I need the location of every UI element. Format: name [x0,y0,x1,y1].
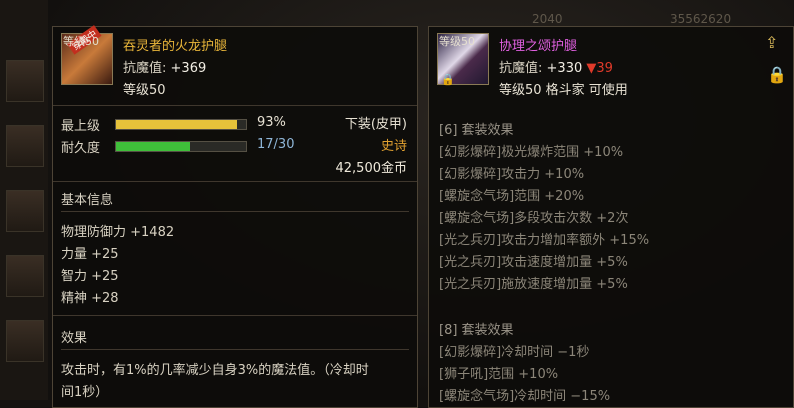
magic-res-value: +330 [546,61,583,76]
magic-res-label: 抗魔值: [499,61,543,76]
requirement: 等级50 格斗家 可使用 [499,83,628,98]
durability-value: 17/30 [257,137,295,152]
upgrade-bar-fill [116,120,237,129]
durability-bar [115,141,247,152]
magic-resistance: 抗魔值: +369 [123,57,206,76]
tooltip-header: 穿戴中 等级50 吞灵者的火龙护腿 抗魔值: +369 等级50 [53,25,417,98]
stat-line: 智力 +25 [61,269,119,284]
upgrade-value: 93% [257,115,286,130]
magic-resistance: 抗魔值: +330 ▼39 [499,57,613,76]
magic-res-diff: ▼39 [586,61,613,76]
set-effect-line: [光之兵刃]攻击速度增加量 +5% [439,255,628,270]
inventory-slot[interactable] [6,255,44,297]
set-effect-title: [6] 套装效果 [439,123,514,138]
price: 42,500金币 [335,161,408,176]
upgrade-label: 最上级 [61,119,101,134]
durability-bar-fill [116,142,190,151]
set-effect-line: [狮子吼]范围 +10% [439,367,559,382]
tooltip-header: 等级50 🔒 协理之颂护腿 抗魔值: +330 ▼39 等级50 格斗家 可使用 [429,27,793,98]
stat-line: 物理防御力 +1482 [61,225,175,240]
bg-value: 35562620 [670,12,732,26]
item-level-tag: 等级50 [439,35,475,48]
durability-label: 耐久度 [61,141,101,156]
set-effect-line: [螺旋念气场]多段攻击次数 +2次 [439,211,629,226]
set-effect-line: [螺旋念气场]冷却时间 −15% [439,389,611,404]
basic-info-title: 基本信息 [61,193,114,208]
required-level: 等级50 [123,83,166,98]
divider [53,315,417,316]
magic-res-value: +369 [170,61,207,76]
effect-text: 间1秒） [61,385,109,400]
divider [61,349,409,350]
item-name: 吞灵者的火龙护腿 [123,39,228,54]
set-effect-line: [螺旋念气场]范围 +20% [439,189,585,204]
inventory-slot[interactable] [6,320,44,362]
effect-text: 攻击时，有1%的几率减少自身3%的魔法值。（冷却时 [61,363,369,378]
item-level-tag: 等级50 [63,35,99,48]
set-effect-line: [幻影爆碎]极光爆炸范围 +10% [439,145,624,160]
set-effect-title: [8] 套装效果 [439,323,514,338]
lock-icon: 🔒 [441,73,455,86]
inventory-slot[interactable] [6,125,44,167]
set-effect-line: [幻影爆碎]冷却时间 −1秒 [439,345,590,360]
upgrade-bar [115,119,247,130]
magic-res-label: 抗魔值: [123,61,167,76]
stat-line: 力量 +25 [61,247,119,262]
share-icon[interactable]: ⇪ [765,33,778,52]
compare-item-tooltip: 等级50 🔒 协理之颂护腿 抗魔值: +330 ▼39 等级50 格斗家 可使用… [428,26,794,408]
item-name: 协理之颂护腿 [499,39,578,54]
inventory-slot[interactable] [6,60,44,102]
divider [53,181,417,182]
inventory-slot[interactable] [6,190,44,232]
slot-type: 下装(皮甲) [344,117,407,132]
set-effect-line: [幻影爆碎]攻击力 +10% [439,167,585,182]
set-effect-line: [光之兵刃]施放速度增加量 +5% [439,277,628,292]
bg-value: 2040 [532,12,563,26]
divider [61,211,409,212]
divider [53,105,417,106]
effect-title: 效果 [61,331,88,346]
equipped-item-tooltip: 穿戴中 等级50 吞灵者的火龙护腿 抗魔值: +369 等级50 最上级 93%… [52,25,418,408]
set-effect-line: [光之兵刃]攻击力增加率额外 +15% [439,233,650,248]
lock-icon[interactable]: 🔒 [767,65,787,84]
stat-line: 精神 +28 [61,291,119,306]
rarity: 史诗 [380,139,407,154]
inventory-strip [0,0,48,400]
